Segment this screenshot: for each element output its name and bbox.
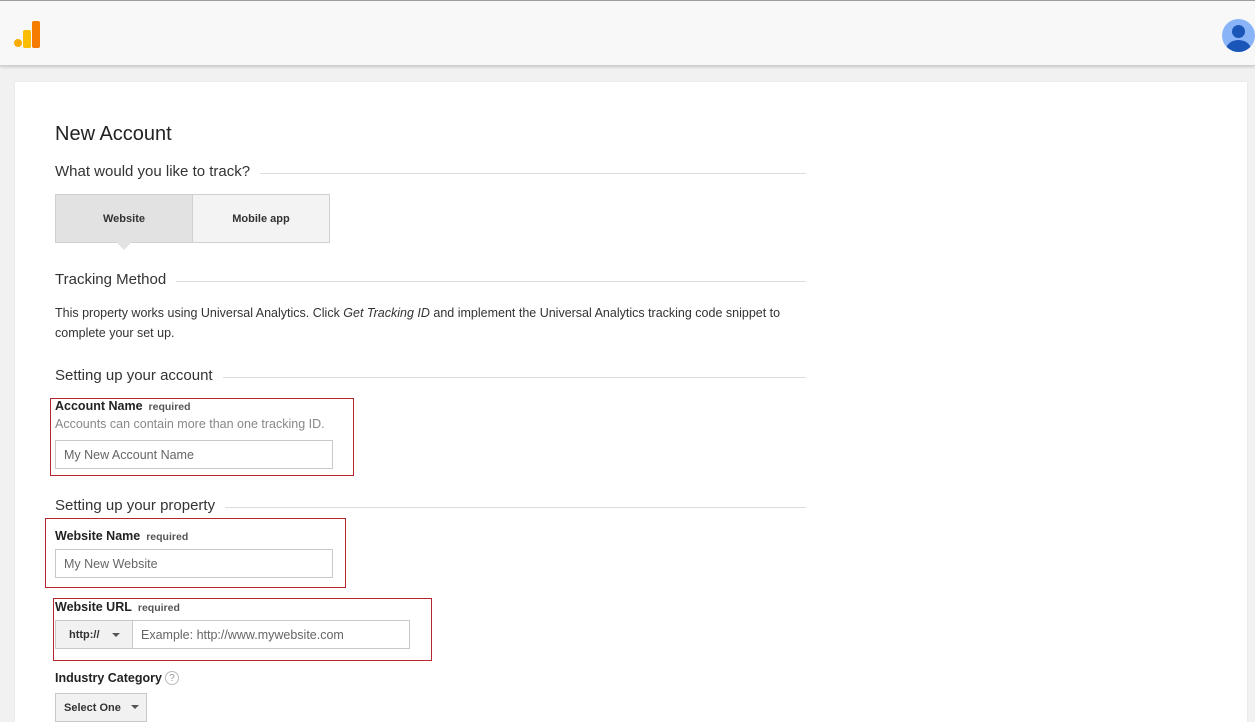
website-name-input[interactable] [55,549,333,578]
protocol-value: http:// [69,628,100,641]
account-name-hint: Accounts can contain more than one track… [55,417,325,431]
chevron-down-icon [112,633,120,637]
help-icon[interactable]: ? [165,671,179,685]
account-name-label: Account Name required [55,399,191,413]
chevron-down-icon [131,705,139,709]
account-name-input[interactable] [55,440,333,469]
tab-mobile-app[interactable]: Mobile app [193,195,329,242]
analytics-logo-icon[interactable] [14,21,40,48]
section-tracking-title: Tracking Method [55,271,177,288]
section-account-title: Setting up your account [55,367,223,384]
tracking-description: This property works using Universal Anal… [55,303,805,343]
avatar-body [1226,40,1251,52]
avatar-head [1232,25,1245,38]
user-avatar-icon[interactable] [1222,19,1255,52]
active-tab-pointer [116,242,132,250]
tracking-text-1: This property works using Universal Anal… [55,306,344,320]
protocol-select[interactable]: http:// [55,620,133,649]
page-title: New Account [55,123,172,145]
section-property: Setting up your property [55,497,806,517]
top-bar [0,0,1255,66]
website-name-label-text: Website Name [55,529,141,543]
section-track-title: What would you like to track? [55,163,261,180]
track-type-tabs: Website Mobile app [55,194,330,243]
website-name-label: Website Name required [55,529,188,543]
section-tracking-method: Tracking Method [55,271,806,291]
tab-website[interactable]: Website [56,195,193,242]
logo-dot [14,39,22,47]
logo-bar-tall [32,21,40,48]
section-track: What would you like to track? [55,163,806,183]
website-url-input[interactable] [132,620,410,649]
required-tag: required [146,531,189,543]
website-url-label-text: Website URL [55,600,132,614]
website-url-label: Website URL required [55,600,180,614]
get-tracking-id-text: Get Tracking ID [343,306,430,320]
required-tag: required [148,401,191,413]
account-name-label-text: Account Name [55,399,143,413]
section-property-title: Setting up your property [55,497,226,514]
industry-category-label: Industry Category [55,671,162,685]
logo-bar-mid [23,30,31,48]
required-tag: required [137,602,180,614]
section-account: Setting up your account [55,367,806,387]
